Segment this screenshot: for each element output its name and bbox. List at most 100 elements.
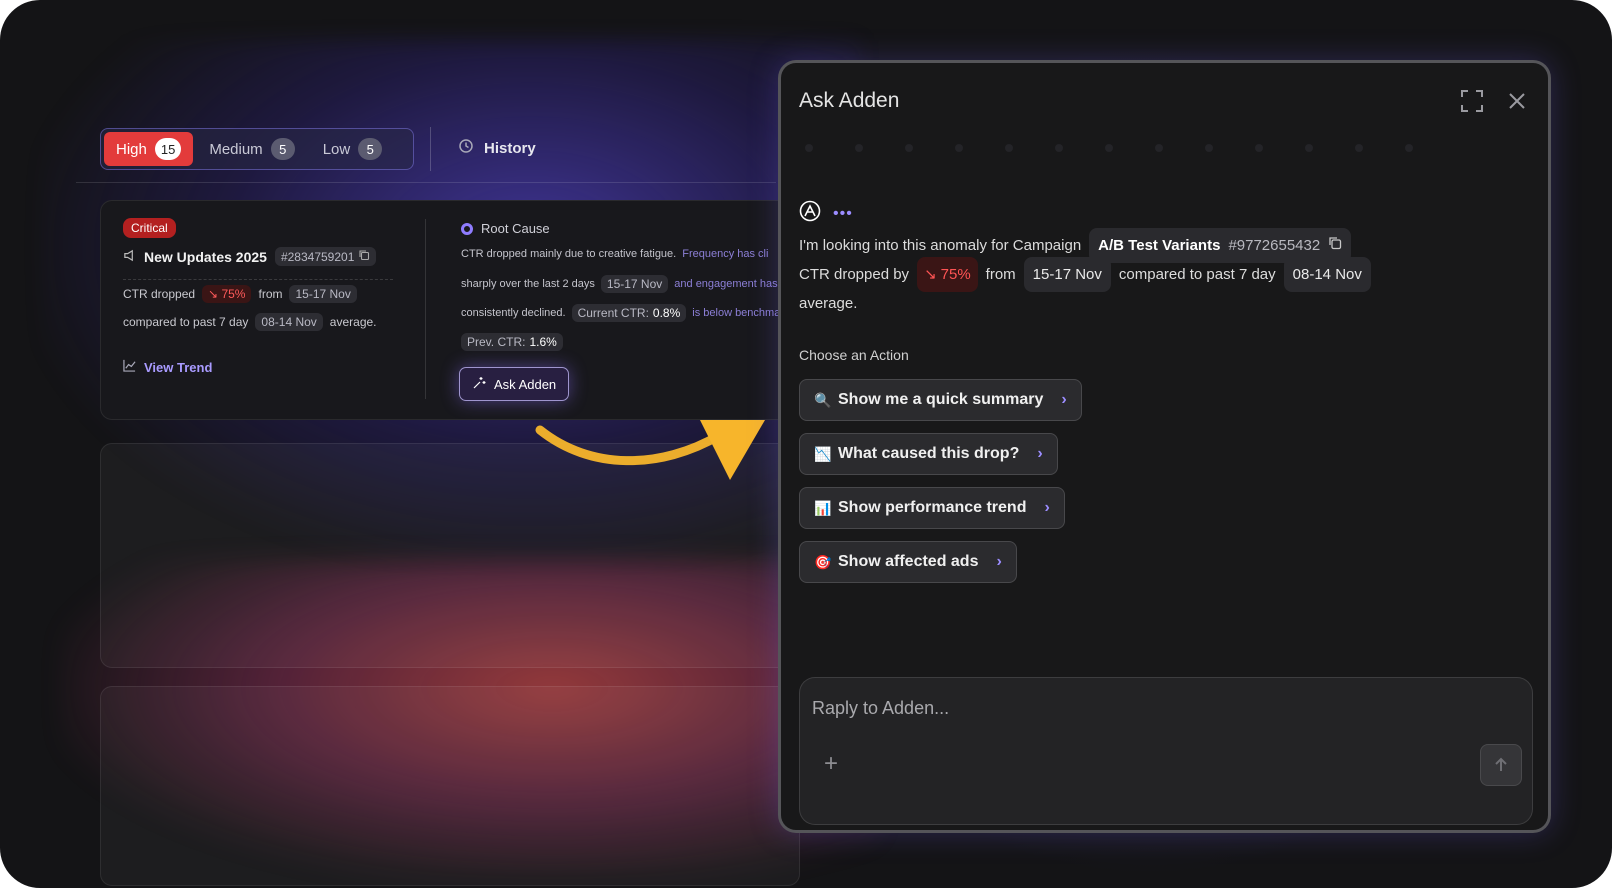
tab-medium[interactable]: Medium 5 [197, 132, 306, 166]
tab-low[interactable]: Low 5 [311, 132, 395, 166]
send-button[interactable] [1480, 744, 1522, 786]
bar-chart-icon: 📊 [814, 499, 832, 516]
current-range-chip: 15-17 Nov [1023, 257, 1111, 292]
ctr-change-value: 75% [940, 266, 971, 283]
ask-adden-label: Ask Adden [494, 376, 557, 392]
prev-ctr-label: Prev. CTR: [467, 335, 526, 349]
message-line: average. [799, 289, 1419, 318]
campaign-name: A/B Test Variants [1098, 237, 1221, 254]
chevron-right-icon: › [1061, 391, 1067, 408]
assistant-header: ••• [799, 200, 853, 227]
prev-ctr-chip: Prev. CTR: 1.6% [461, 333, 563, 351]
message-text: from [985, 266, 1016, 283]
panel-actions [1460, 89, 1526, 113]
message-text: compared to past 7 day [1118, 266, 1276, 283]
campaign-id-text: #2834759201 [280, 249, 355, 264]
message-line: CTR dropped by ↘ 75% from 15-17 Nov comp… [799, 257, 1419, 292]
app-frame: High 15 Medium 5 Low 5 History Critical … [0, 0, 1612, 888]
chevron-right-icon: › [1044, 499, 1050, 516]
tab-label: High [116, 140, 147, 158]
add-attachment-icon[interactable]: + [824, 750, 838, 778]
action-affected-ads[interactable]: 🎯 Show affected ads › [799, 541, 1017, 583]
view-trend-link[interactable]: View Trend [123, 359, 212, 375]
megaphone-icon [123, 249, 136, 265]
tab-high[interactable]: High 15 [104, 132, 194, 166]
message-text: I'm looking into this anomaly for Campai… [799, 237, 1082, 254]
copy-icon[interactable] [1328, 231, 1342, 260]
chart-icon [123, 359, 136, 375]
card-title-row: New Updates 2025 #2834759201 [123, 247, 377, 266]
action-label: What caused this drop? [838, 445, 1020, 462]
current-ctr-value: 0.8% [652, 306, 681, 320]
adden-logo-icon [799, 200, 821, 227]
message-text: CTR dropped by [799, 266, 910, 283]
severity-filter-bar: High 15 Medium 5 Low 5 [100, 128, 414, 170]
severity-badge: Critical [123, 218, 176, 238]
chart-down-icon: 📉 [814, 445, 832, 462]
previous-range-chip: 08-14 Nov [1283, 257, 1371, 292]
root-cause-text: consistently declined. [461, 307, 566, 319]
ctr-change-badge: ↘ 75% [917, 257, 978, 292]
card-separator [425, 219, 426, 399]
chevron-right-icon: › [996, 553, 1002, 570]
root-cause-faded-text: is below benchma [692, 307, 781, 319]
tab-label: Low [322, 140, 351, 158]
action-label: Show affected ads [838, 553, 979, 570]
campaign-id: #2834759201 [274, 247, 377, 266]
typing-ellipsis-icon: ••• [833, 204, 853, 222]
history-icon [458, 138, 474, 158]
action-quick-summary[interactable]: 🔍 Show me a quick summary › [799, 379, 1082, 421]
choose-action-label: Choose an Action [799, 347, 909, 363]
sparkle-icon [472, 376, 486, 393]
root-cause-line-2: sharply over the last 2 days 15-17 Nov a… [461, 275, 778, 293]
section-divider [76, 182, 776, 183]
root-cause-line-4: Prev. CTR: 1.6% [461, 333, 563, 351]
panel-title: Ask Adden [799, 89, 900, 112]
root-cause-faded-text: Frequency has cli [682, 248, 769, 260]
reply-input[interactable] [812, 698, 1412, 719]
history-button[interactable]: History [458, 138, 536, 158]
tab-count: 5 [270, 138, 295, 160]
close-icon[interactable] [1508, 92, 1526, 110]
tab-count: 15 [154, 138, 182, 160]
action-performance-trend[interactable]: 📊 Show performance trend › [799, 487, 1065, 529]
ctr-summary-line-2: compared to past 7 day 08-14 Nov average… [123, 313, 377, 331]
message-line: I'm looking into this anomaly for Campai… [799, 228, 1419, 263]
ask-adden-button[interactable]: Ask Adden [459, 367, 570, 401]
copy-icon[interactable] [358, 249, 370, 264]
target-icon: 🎯 [814, 553, 832, 570]
ctr-summary-line-1: CTR dropped ↘ 75% from 15-17 Nov [123, 285, 357, 303]
dashed-divider [123, 279, 393, 280]
campaign-title: New Updates 2025 [144, 248, 267, 265]
ask-adden-panel: Ask Adden ••• I'm looking into this anom… [778, 60, 1551, 833]
anomaly-card: Critical New Updates 2025 #2834759201 CT… [100, 200, 800, 420]
history-label: History [484, 139, 536, 157]
campaign-id: #9772655432 [1228, 237, 1321, 254]
from-text: from [258, 287, 283, 301]
tab-label: Medium [209, 140, 263, 158]
root-cause-text: sharply over the last 2 days [461, 278, 595, 290]
root-cause-dot-icon [461, 222, 473, 235]
expand-icon[interactable] [1460, 89, 1484, 113]
action-what-caused-drop[interactable]: 📉 What caused this drop? › [799, 433, 1058, 475]
chevron-right-icon: › [1037, 445, 1043, 462]
compared-text: compared to past 7 day [123, 315, 249, 329]
root-cause-line-1: CTR dropped mainly due to creative fatig… [461, 248, 768, 260]
placeholder-card [100, 686, 800, 886]
filter-divider [430, 127, 431, 171]
current-ctr-label: Current CTR: [577, 306, 649, 320]
root-cause-heading: Root Cause [461, 221, 550, 236]
tab-count: 5 [358, 138, 383, 160]
view-trend-label: View Trend [144, 359, 213, 375]
root-cause-line-3: consistently declined. Current CTR: 0.8%… [461, 304, 780, 322]
action-label: Show me a quick summary [838, 391, 1044, 408]
trend-down-icon: ↘ [924, 266, 937, 283]
current-range-chip: 15-17 Nov [289, 285, 357, 303]
root-cause-faded-text: and engagement has [674, 278, 778, 290]
ctr-change-badge: ↘ 75% [202, 285, 252, 303]
root-cause-text: CTR dropped mainly due to creative fatig… [461, 248, 677, 260]
loading-dots-decoration [805, 144, 1413, 152]
trend-down-icon: ↘ [208, 287, 219, 301]
magnifier-icon: 🔍 [814, 391, 832, 408]
average-text: average. [329, 315, 377, 329]
